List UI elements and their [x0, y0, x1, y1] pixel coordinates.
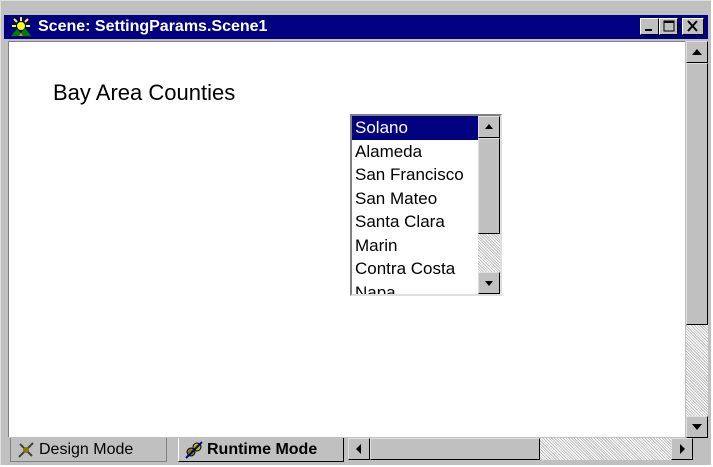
scroll-right-button[interactable] — [671, 438, 693, 460]
hscroll-thumb[interactable] — [370, 438, 540, 460]
listbox-scroll-down-button[interactable] — [478, 272, 500, 294]
scene-canvas: Bay Area Counties Solano Alameda San Fra… — [8, 41, 685, 437]
arrow-up-icon — [692, 49, 702, 55]
minimize-button[interactable] — [640, 18, 659, 35]
listbox-scrollbar[interactable] — [478, 116, 500, 294]
listbox-items: Solano Alameda San Francisco San Mateo S… — [352, 116, 478, 294]
list-item[interactable]: Alameda — [352, 140, 478, 164]
arrow-down-icon — [692, 424, 702, 430]
list-item[interactable]: San Francisco — [352, 163, 478, 187]
list-item[interactable]: San Mateo — [352, 187, 478, 211]
close-icon — [687, 20, 698, 32]
arrow-left-icon — [356, 444, 361, 454]
scroll-left-button[interactable] — [348, 438, 370, 460]
minimize-icon — [645, 29, 652, 31]
tab-design-mode[interactable]: Design Mode — [10, 438, 167, 462]
arrow-down-icon — [485, 281, 493, 286]
close-button[interactable] — [682, 18, 704, 35]
list-item-selected[interactable]: Solano — [352, 116, 478, 140]
page-heading: Bay Area Counties — [53, 80, 236, 105]
scene-window: Scene: SettingParams.Scene1 Bay Area Cou… — [0, 0, 711, 465]
tab-runtime-mode[interactable]: Runtime Mode — [178, 438, 344, 462]
list-item[interactable]: Santa Clara — [352, 210, 478, 234]
window-title: Scene: SettingParams.Scene1 — [38, 18, 268, 35]
runtime-mode-icon — [185, 441, 203, 467]
list-item[interactable]: Contra Costa — [352, 257, 478, 281]
scene-sun-icon — [10, 17, 32, 37]
design-mode-icon — [17, 441, 35, 467]
counties-listbox[interactable]: Solano Alameda San Francisco San Mateo S… — [350, 114, 502, 296]
scroll-up-button[interactable] — [686, 41, 708, 63]
tab-label: Design Mode — [39, 441, 134, 458]
scroll-down-button[interactable] — [686, 416, 708, 438]
scroll-thumb[interactable] — [686, 63, 708, 325]
horizontal-scrollbar[interactable] — [348, 438, 693, 460]
listbox-scroll-up-button[interactable] — [478, 116, 500, 138]
tab-label: Runtime Mode — [207, 441, 318, 458]
arrow-up-icon — [485, 124, 493, 129]
maximize-button[interactable] — [659, 18, 678, 35]
maximize-icon — [663, 20, 675, 32]
list-item[interactable]: Napa — [352, 281, 478, 295]
title-bar[interactable]: Scene: SettingParams.Scene1 — [4, 15, 708, 39]
arrow-right-icon — [680, 444, 685, 454]
mode-tabs: Design Mode Runtime Mode — [8, 438, 708, 464]
vertical-scrollbar[interactable] — [686, 41, 708, 438]
list-item[interactable]: Marin — [352, 234, 478, 258]
listbox-scroll-thumb[interactable] — [478, 138, 500, 234]
